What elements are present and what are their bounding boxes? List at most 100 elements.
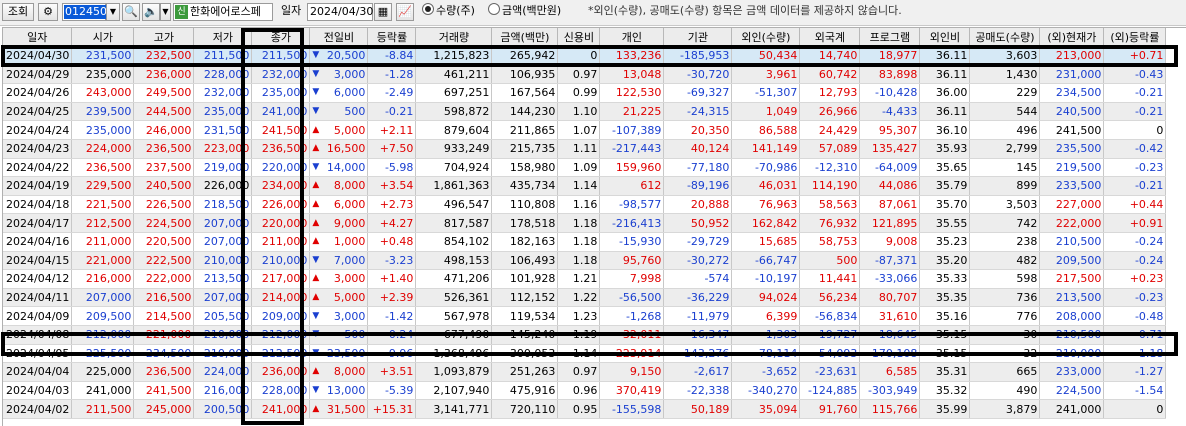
table-row[interactable]: 2024/04/15 221,000 222,500 210,000 210,000 ▼ 7… (3, 251, 1167, 271)
table-row[interactable]: 2024/04/17 212,500 224,500 207,000 220,000 ▲ 9… (3, 213, 1167, 233)
column-header[interactable]: 일자 (3, 28, 73, 47)
table-row[interactable]: 2024/04/16 211,000 220,500 207,000 211,000 ▲ 1… (3, 232, 1167, 252)
down-triangle-icon: ▼ (312, 68, 320, 79)
date-input[interactable]: 2024/04/30 (307, 3, 373, 21)
table-cell: 1.10 (557, 102, 601, 122)
table-cell: -12,310 (799, 158, 861, 178)
column-header[interactable]: 고가 (133, 28, 195, 47)
table-row[interactable]: 2024/04/04 225,000 236,500 224,000 236,000 ▲ 8… (3, 362, 1167, 382)
table-cell: 210,000 (251, 251, 311, 271)
table-cell: 697,251 (415, 83, 493, 103)
table-row[interactable]: 2024/04/29 235,000 236,000 228,000 232,000 ▼ 3… (3, 65, 1167, 85)
column-header[interactable]: 전일비 (309, 28, 369, 47)
table-cell: 60,742 (799, 65, 861, 85)
settings-gear-icon[interactable]: ⚙ (38, 3, 58, 21)
column-header[interactable]: 거래량 (415, 28, 493, 47)
table-row[interactable]: 2024/04/24 235,000 246,000 231,500 241,500 ▲ 5… (3, 120, 1167, 140)
radio-amount[interactable]: 금액(백만원) (488, 3, 576, 21)
column-header[interactable]: 시가 (71, 28, 135, 47)
table-row[interactable]: 2024/04/25 239,500 244,500 235,000 241,000 ▼ 5… (3, 102, 1167, 122)
date-cell: 2024/04/02 (3, 399, 73, 419)
table-row[interactable]: 2024/04/03 241,000 241,500 216,000 228,000 ▼ 1… (3, 381, 1167, 401)
calendar-icon[interactable]: ▦ (374, 3, 392, 21)
column-header[interactable]: 금액(백만) (491, 28, 559, 47)
table-cell: -29,729 (663, 232, 733, 252)
column-header[interactable]: 등락률 (367, 28, 417, 47)
column-header[interactable]: 외인비 (919, 28, 971, 47)
column-header[interactable]: 개인 (599, 28, 665, 47)
table-cell: 241,000 (71, 381, 135, 401)
table-cell: -185,953 (663, 46, 733, 66)
table-cell: 236,000 (133, 65, 195, 85)
table-cell: 106,493 (491, 251, 559, 271)
table-cell: 246,000 (133, 120, 195, 140)
table-row[interactable]: 2024/04/22 236,500 237,500 219,000 220,000 ▼ 1… (3, 158, 1167, 178)
table-cell: 11,441 (799, 269, 861, 289)
table-row[interactable]: 2024/04/05 225,500 234,500 210,000 212,500 ▼ 2… (3, 344, 1167, 364)
table-row[interactable]: 2024/04/30 231,500 232,500 211,500 211,500 ▼ 2… (3, 46, 1167, 66)
stock-code-input[interactable]: 012450 (62, 3, 108, 21)
table-cell: -36,229 (663, 288, 733, 308)
table-cell: 215,735 (491, 139, 559, 159)
column-header[interactable]: 프로그램 (859, 28, 921, 47)
table-row[interactable]: 2024/04/11 207,000 216,500 207,000 214,000 ▲ 5… (3, 288, 1167, 308)
table-cell: -77,180 (663, 158, 733, 178)
radio-quantity[interactable]: 수량(주) (422, 3, 488, 21)
column-header[interactable]: (외)현재가 (1039, 28, 1105, 47)
table-cell: 212,000 (71, 325, 135, 345)
table-cell: -5.39 (367, 381, 417, 401)
table-cell: 544 (969, 102, 1041, 122)
view-button[interactable]: 조회 (2, 3, 34, 21)
column-header[interactable]: (외)등락률 (1103, 28, 1167, 47)
table-row[interactable]: 2024/04/19 229,500 240,500 226,000 234,000 ▲ 8… (3, 176, 1167, 196)
table-cell: -574 (663, 269, 733, 289)
table-cell: 435,734 (491, 176, 559, 196)
date-cell: 2024/04/19 (3, 176, 73, 196)
table-cell: 36.11 (919, 65, 971, 85)
speaker-dropdown-chevron-down-icon[interactable]: ▼ (160, 3, 171, 21)
table-cell: 35.99 (919, 399, 971, 419)
table-cell: 223,000 (193, 139, 253, 159)
table-cell: 210,500 (1039, 232, 1105, 252)
table-row[interactable]: 2024/04/18 221,500 226,500 218,500 226,000 ▲ 6… (3, 195, 1167, 215)
table-cell: 207,000 (193, 213, 253, 233)
search-icon[interactable]: 🔍 (122, 3, 140, 21)
table-row[interactable]: 2024/04/12 216,000 222,000 213,500 217,000 ▲ 3… (3, 269, 1167, 289)
speaker-icon[interactable]: 🔈 (142, 3, 160, 21)
table-cell: 236,500 (251, 139, 311, 159)
table-cell: 231,500 (71, 46, 135, 66)
code-dropdown-chevron-down-icon[interactable]: ▼ (106, 3, 120, 21)
column-header[interactable]: 저가 (193, 28, 253, 47)
column-header[interactable]: 기관 (663, 28, 733, 47)
table-cell: 36.11 (919, 102, 971, 122)
table-row[interactable]: 2024/04/09 209,500 214,500 205,500 209,000 ▼ 3… (3, 306, 1167, 326)
table-cell: -0.48 (1103, 306, 1167, 326)
column-header[interactable]: 외인(수량) (731, 28, 801, 47)
table-cell: 1.09 (557, 158, 601, 178)
table-cell: +0.48 (367, 232, 417, 252)
column-header[interactable]: 공매도(수량) (969, 28, 1041, 47)
table-cell: -19,727 (799, 325, 861, 345)
table-cell: 14,740 (799, 46, 861, 66)
column-header[interactable]: 신용비 (557, 28, 601, 47)
up-triangle-icon: ▲ (312, 124, 320, 135)
table-row[interactable]: 2024/04/26 243,000 249,500 232,000 235,000 ▼ 6… (3, 83, 1167, 103)
table-cell: 482 (969, 251, 1041, 271)
change-value: 500 (344, 105, 366, 119)
table-cell: 214,000 (251, 288, 311, 308)
change-value: 3,000 (333, 272, 366, 286)
table-cell: 1,861,363 (415, 176, 493, 196)
chart-icon[interactable]: 📈 (396, 3, 414, 21)
column-header[interactable]: 종가 (251, 28, 311, 47)
table-row[interactable]: 2024/04/23 224,000 236,500 223,000 236,500 ▲ 1… (3, 139, 1167, 159)
column-header[interactable]: 외국계 (799, 28, 861, 47)
table-cell: -64,009 (859, 158, 921, 178)
table-row[interactable]: 2024/04/02 211,500 245,000 200,500 241,000 ▲ 3… (3, 399, 1167, 419)
table-cell: 114,190 (799, 176, 861, 196)
table-cell: 225,500 (71, 344, 135, 364)
table-cell: 26,966 (799, 102, 861, 122)
change-value: 8,000 (333, 179, 366, 193)
table-row[interactable]: 2024/04/08 212,000 221,000 210,000 212,000 ▼ 5… (3, 325, 1167, 345)
stock-name-field[interactable]: 신 한화에어로스페 (173, 3, 273, 21)
table-cell: 35.15 (919, 344, 971, 364)
